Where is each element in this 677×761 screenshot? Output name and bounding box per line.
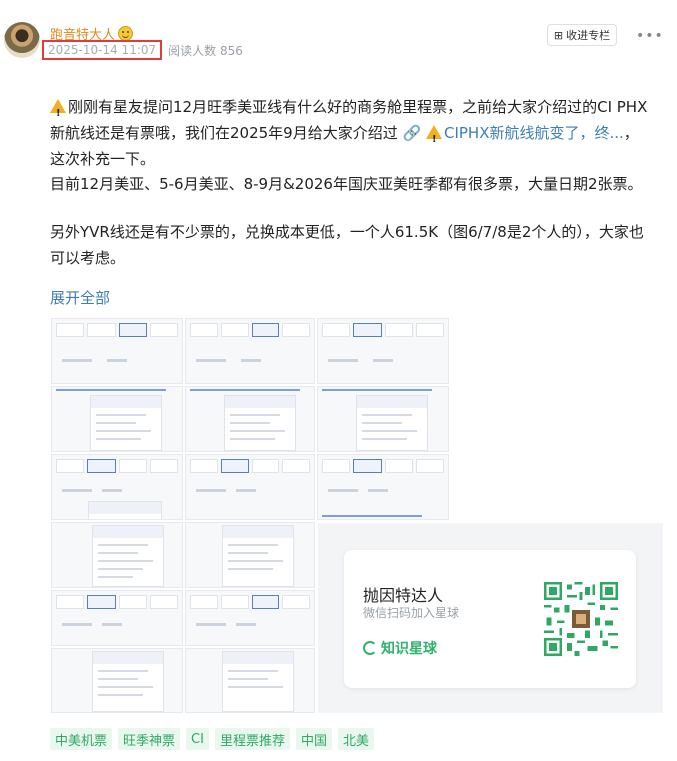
post-container: 跑音特大人 2025-10-14 11:07 阅读人数 856 ⊞ 收进专栏 •… <box>0 0 677 761</box>
add-to-column-label: 收进专栏 <box>566 29 611 42</box>
image-thumbnail[interactable] <box>185 454 315 520</box>
image-thumbnail[interactable] <box>185 522 315 588</box>
image-thumbnail[interactable] <box>317 386 449 452</box>
tag-item[interactable]: 北美 <box>337 728 374 750</box>
image-thumbnail[interactable] <box>317 454 449 520</box>
brand-row: 知识星球 <box>363 638 437 658</box>
ellipsis-icon[interactable]: ••• <box>636 28 664 44</box>
paragraph-1: 刚刚有星友提问12月旺季美亚线有什么好的商务舱里程票，之前给大家介绍过的CI P… <box>50 94 650 172</box>
author-avatar[interactable] <box>4 22 40 58</box>
tag-item[interactable]: 里程票推荐 <box>214 728 290 750</box>
image-thumbnail[interactable] <box>51 648 183 713</box>
qr-code-icon <box>544 582 618 656</box>
image-thumbnail[interactable] <box>185 318 315 384</box>
post-date: 2025-10-14 11:07 <box>42 40 163 60</box>
planet-subtitle: 微信扫码加入星球 <box>363 606 460 620</box>
add-to-column-button[interactable]: ⊞ 收进专栏 <box>547 24 617 46</box>
tag-item[interactable]: 中美机票 <box>50 728 113 750</box>
expand-all-link[interactable]: 展开全部 <box>50 287 110 308</box>
image-thumbnail[interactable] <box>51 454 183 520</box>
planet-name: 抛因特达人 <box>363 586 444 605</box>
image-thumbnail[interactable] <box>317 318 449 384</box>
image-thumbnail[interactable] <box>51 386 183 452</box>
image-thumbnail[interactable] <box>185 648 315 713</box>
image-thumbnail[interactable] <box>51 522 183 588</box>
image-thumbnail[interactable] <box>185 590 315 646</box>
bookmark-icon: ⊞ <box>553 28 564 42</box>
read-count: 阅读人数 856 <box>168 43 243 58</box>
image-thumbnail[interactable] <box>51 318 183 384</box>
tag-item[interactable]: CI <box>186 728 209 750</box>
tag-item[interactable]: 旺季神票 <box>118 728 181 750</box>
post-meta: 2025-10-14 11:07 阅读人数 856 <box>42 40 243 60</box>
paragraph-2: 目前12月美亚、5-6月美亚、8-9月&2026年国庆亚美旺季都有很多票，大量日… <box>50 175 643 193</box>
article-link[interactable]: CIPHX新航线航变了，终... <box>444 124 624 142</box>
zsxq-logo-icon <box>363 641 377 655</box>
tag-list: 中美机票 旺季神票 CI 里程票推荐 中国 北美 <box>50 728 374 750</box>
image-thumbnail[interactable] <box>51 590 183 646</box>
warning-icon <box>425 125 442 153</box>
link-icon: 🔗 <box>402 124 422 142</box>
brand-name: 知识星球 <box>381 641 437 657</box>
image-thumbnail[interactable] <box>185 386 315 452</box>
warning-icon <box>50 99 66 127</box>
smiley-icon <box>118 26 134 41</box>
paragraph-3: 另外YVR线还是有不少票的，兑换成本更低，一个人61.5K（图6/7/8是2个人… <box>50 223 644 267</box>
tag-item[interactable]: 中国 <box>295 728 332 750</box>
